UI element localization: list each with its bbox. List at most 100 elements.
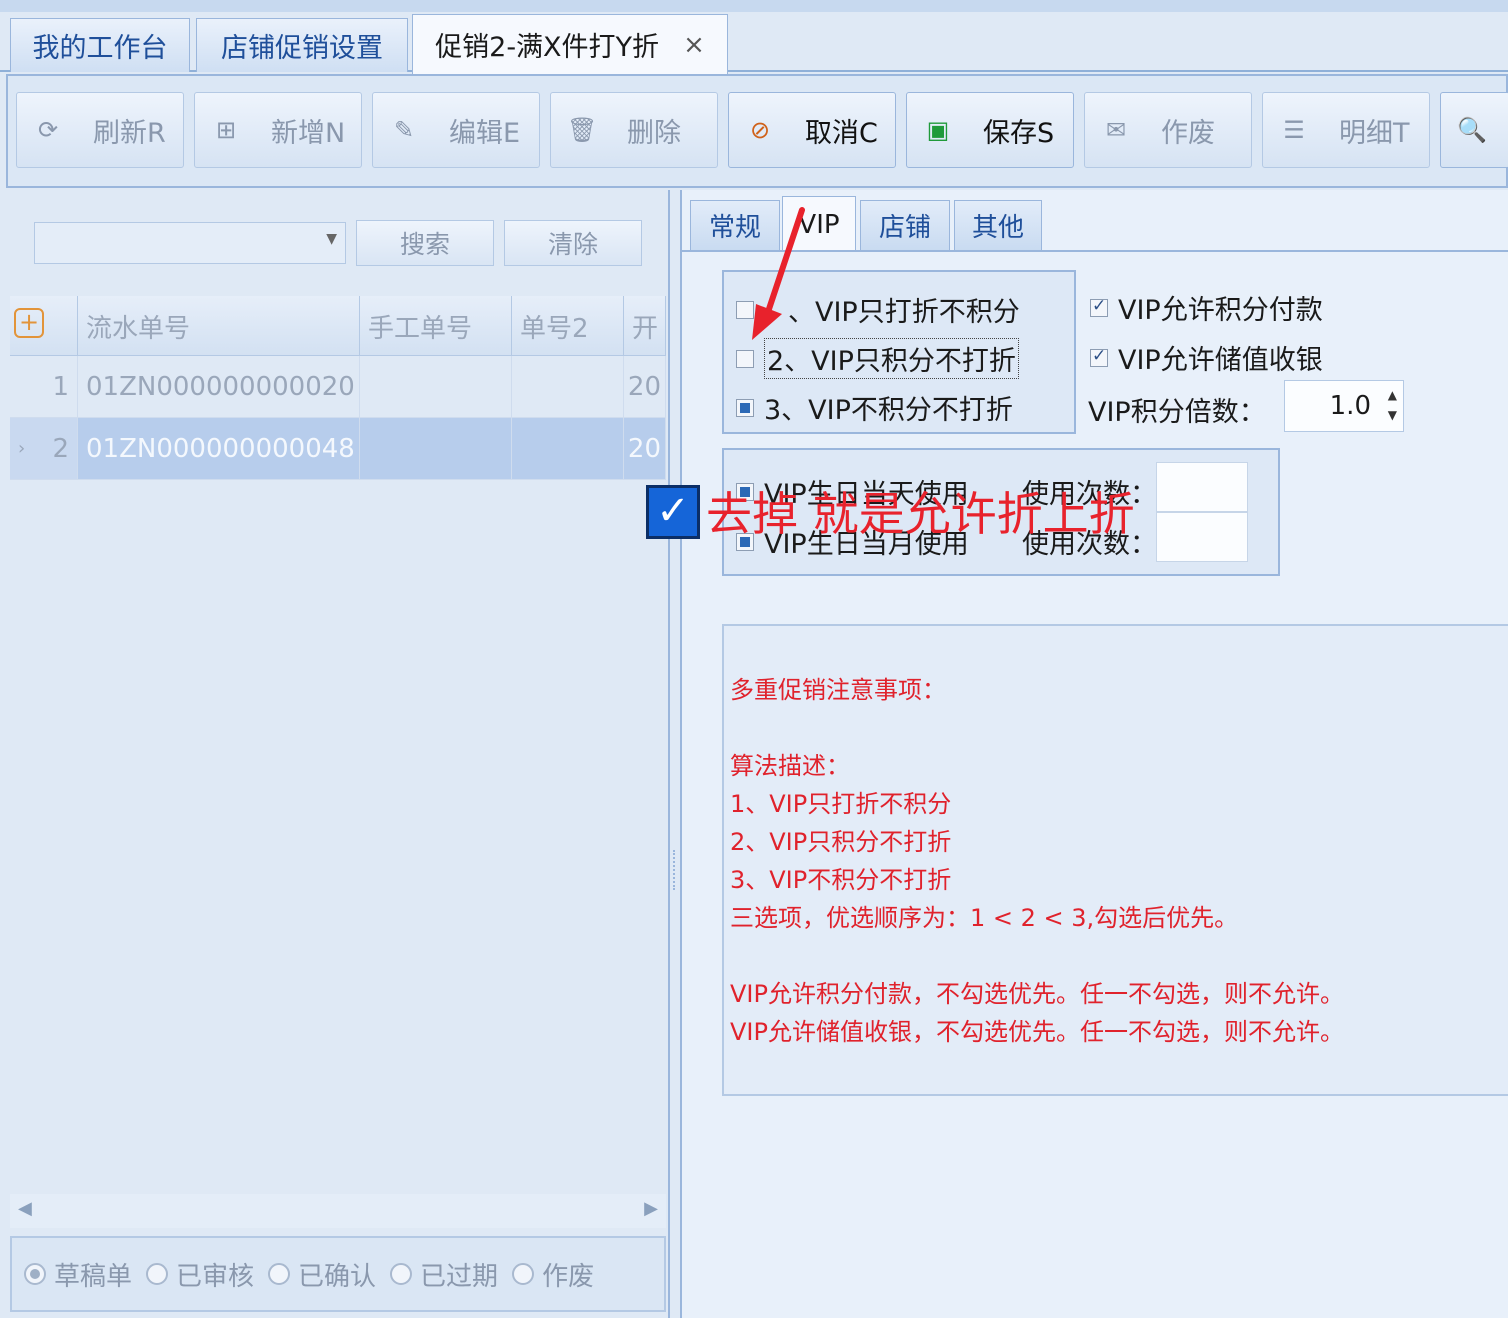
grid-add-column[interactable]: + [10,296,78,356]
checkbox-box [736,398,754,417]
row-number: › 2 [10,418,78,479]
radio-label: 作废 [542,1261,595,1292]
table-row-selected[interactable]: › 2 01ZN000000000048 20 [10,418,666,480]
button-label: 搜索 [399,230,450,259]
chevron-up-icon[interactable]: ▲ [1388,389,1397,401]
cancel-icon: ⊘ [749,116,771,144]
toolbar: ⟳ 刷新R ⊞ 新增N ✎ 编辑E 🗑 删除 ⊘ 取消C ▣ 保存S ✉ 作废 ☰ 明细T 🔍 [6,74,1508,188]
button-label: 明细T [1339,117,1410,149]
note-line: 三选项，优选顺序为：1 < 2 < 3,勾选后优先。 [730,904,1239,932]
radio-circle [390,1263,413,1285]
tab-store-promotion-settings[interactable]: 店铺促销设置 [196,18,408,72]
tab-label: 店铺促销设置 [221,33,383,64]
document-tabbar: 我的工作台 店铺促销设置 促销2-满X件打Y折 × [0,12,1508,74]
checkbox-box [736,349,754,368]
save-button[interactable]: ▣ 保存S [906,92,1074,168]
vip-allow-points-payment-checkbox[interactable]: VIP允许积分付款 [1090,288,1323,327]
grid-header: + 流水单号 手工单号 单号2 开 [10,296,666,356]
note-line: VIP允许积分付款，不勾选优先。任一不勾选，则不允许。 [730,980,1344,1008]
row-number: 1 [10,356,78,417]
filter-dropdown[interactable]: ▼ [34,222,346,264]
annotation-arrow-icon [752,207,805,340]
radio-circle [146,1263,169,1285]
tab-other[interactable]: 其他 [954,200,1042,250]
left-panel: ▼ 搜索 清除 + 流水单号 手工单号 单号2 开 1 01ZN00000000… [6,190,670,1318]
cell-serial: 01ZN000000000048 [78,418,360,479]
clear-button[interactable]: 清除 [504,220,642,266]
button-label: 保存S [983,117,1055,149]
button-label: 刷新R [93,117,166,149]
scroll-left-icon[interactable]: ◀ [18,1198,32,1219]
cell-start: 20 [624,418,666,479]
column-header-start[interactable]: 开 [624,296,666,356]
column-header-manual[interactable]: 手工单号 [360,296,512,356]
cell-manual [360,356,512,417]
cell-serial: 01ZN000000000020 [78,356,360,417]
cancel-button[interactable]: ⊘ 取消C [728,92,896,168]
tab-label: 店铺 [878,213,931,243]
stepper-value: 1.0 [1329,391,1371,421]
tab-store[interactable]: 店铺 [860,200,950,250]
checkbox-box [1090,296,1108,317]
void-icon: ✉ [1105,116,1127,144]
button-label: 作废 [1161,117,1215,149]
refresh-button[interactable]: ⟳ 刷新R [16,92,184,168]
radio-label: 已审核 [176,1261,255,1292]
void-button[interactable]: ✉ 作废 [1084,92,1252,168]
splitter-grip[interactable] [673,850,677,890]
radio-expired[interactable]: 已过期 [390,1256,498,1293]
tab-workbench[interactable]: 我的工作台 [10,18,190,72]
radio-draft[interactable]: 草稿单 [24,1256,132,1293]
note-line: 1、VIP只打折不积分 [730,790,952,818]
add-row-icon[interactable]: + [14,308,44,338]
radio-void[interactable]: 作废 [512,1256,594,1293]
vip-no-points-no-discount-checkbox[interactable]: 3、VIP不积分不打折 [736,388,1013,427]
note-line: 算法描述： [730,752,850,780]
birthday-month-count-input[interactable] [1156,512,1248,562]
radio-circle [512,1263,535,1285]
tab-promotion-2[interactable]: 促销2-满X件打Y折 × [412,14,728,74]
cell-no2 [512,418,624,479]
radio-confirmed[interactable]: 已确认 [268,1256,376,1293]
button-label: 新增N [271,117,346,149]
checkbox-label: VIP允许积分付款 [1118,295,1323,326]
birthday-day-count-input[interactable] [1156,462,1248,512]
vip-allow-stored-value-checkbox[interactable]: VIP允许储值收银 [1090,338,1323,377]
button-label: 删除 [627,117,681,149]
edit-button[interactable]: ✎ 编辑E [372,92,540,168]
chevron-down-icon: ▼ [326,231,337,247]
delete-button[interactable]: 🗑 删除 [550,92,718,168]
radio-reviewed[interactable]: 已审核 [146,1256,254,1293]
detail-icon: ☰ [1283,116,1305,144]
add-icon: ⊞ [215,116,237,144]
close-icon[interactable]: × [683,30,705,60]
note-line: 3、VIP不积分不打折 [730,866,952,894]
checkbox-label: 3、VIP不积分不打折 [764,395,1013,426]
tab-label: 促销2-满X件打Y折 [435,32,660,63]
right-panel: 常规 VIP 店铺 其他 、VIP只打折不积分 2、VIP只积分不打折 3、VI… [680,190,1508,1318]
column-header-no2[interactable]: 单号2 [512,296,624,356]
column-header-serial[interactable]: 流水单号 [78,296,360,356]
row-indicator-icon: › [18,438,26,459]
detail-button[interactable]: ☰ 明细T [1262,92,1430,168]
points-multiplier-stepper[interactable]: 1.0 ▲ ▼ [1284,380,1404,432]
note-line: 多重促销注意事项： [730,676,946,704]
cell-manual [360,418,512,479]
search-doc-button[interactable]: 🔍 [1440,92,1508,168]
table-row[interactable]: 1 01ZN000000000020 20 [10,356,666,418]
search-button[interactable]: 搜索 [356,220,494,266]
radio-label: 已确认 [298,1261,377,1292]
chevron-down-icon[interactable]: ▼ [1388,409,1397,421]
scroll-right-icon[interactable]: ▶ [644,1198,658,1219]
refresh-icon: ⟳ [37,116,59,144]
add-button[interactable]: ⊞ 新增N [194,92,362,168]
document-grid: + 流水单号 手工单号 单号2 开 1 01ZN000000000020 20 … [10,296,666,480]
panel-splitter[interactable] [670,190,680,1318]
annotation-checkbox-icon: ✓ [646,485,700,539]
annotation-text: 去掉 就是允许折上折 [706,487,1135,541]
checkbox-label: 、VIP只打折不积分 [788,297,1020,328]
tab-label: 其他 [971,213,1024,243]
delete-icon: 🗑 [567,116,598,144]
horizontal-scrollbar[interactable]: ◀ ▶ [10,1194,666,1228]
radio-circle [24,1263,46,1285]
